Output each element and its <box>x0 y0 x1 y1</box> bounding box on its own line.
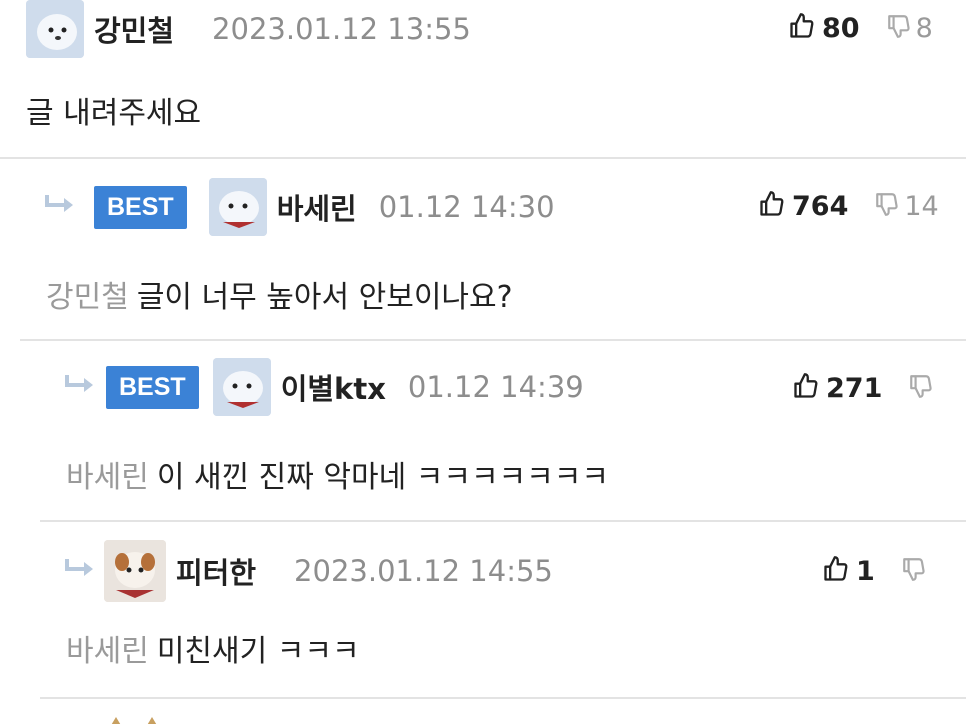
comment-header: 강민철 2023.01.12 13:55 <box>26 0 471 58</box>
timestamp: 01.12 14:39 <box>407 370 584 404</box>
vote-area: 271 <box>792 372 934 404</box>
comment-text: 글 내려주세요 <box>26 88 201 132</box>
timestamp: 2023.01.12 13:55 <box>212 12 471 46</box>
divider <box>40 520 966 522</box>
comment-text: 강민철 글이 너무 높아서 안보이나요? <box>46 272 513 316</box>
reply-arrow-icon <box>44 192 76 222</box>
comment-body: 미친새기 ㅋㅋㅋ <box>156 634 360 669</box>
vote-area: 1 <box>822 555 927 587</box>
avatar[interactable] <box>212 358 271 416</box>
avatar[interactable] <box>104 712 164 724</box>
thumbs-up-icon[interactable] <box>788 12 816 44</box>
comment-header: BEST 이별ktx 01.12 14:39 <box>64 358 584 416</box>
timestamp: 01.12 14:30 <box>378 190 555 224</box>
divider <box>40 697 966 699</box>
upvote-count: 1 <box>856 555 875 587</box>
thumbs-up-icon[interactable] <box>822 555 850 587</box>
thumbs-down-icon[interactable] <box>908 373 934 403</box>
thumbs-down-icon[interactable] <box>901 556 927 586</box>
mention[interactable]: 바세린 <box>66 634 149 669</box>
comment-body: 글이 너무 높아서 안보이나요? <box>136 280 513 315</box>
downvote-count: 8 <box>915 12 933 44</box>
author-name[interactable]: 이별ktx <box>281 366 386 408</box>
author-name[interactable]: 피터한 <box>176 550 256 592</box>
thumbs-up-icon[interactable] <box>792 372 820 404</box>
thumbs-down-icon[interactable] <box>886 13 912 43</box>
comment-body: 글 내려주세요 <box>26 96 202 131</box>
vote-area: 80 8 <box>788 12 933 44</box>
mention[interactable]: 강민철 <box>46 280 129 315</box>
comment-header: BEST 바세린 01.12 14:30 <box>44 178 555 236</box>
upvote-count: 764 <box>792 190 849 222</box>
divider <box>0 157 966 159</box>
comment-text: 바세린 이 새낀 진짜 악마네 ㅋㅋㅋㅋㅋㅋㅋ <box>66 452 609 496</box>
author-name[interactable]: 강민철 <box>94 8 174 50</box>
reply-arrow-icon <box>64 556 96 586</box>
comment-header: 피터한 2023.01.12 14:55 <box>64 540 553 602</box>
best-badge: BEST <box>106 365 199 409</box>
comment-body: 이 새낀 진짜 악마네 ㅋㅋㅋㅋㅋㅋㅋ <box>156 460 609 495</box>
timestamp: 2023.01.12 14:55 <box>294 554 553 588</box>
avatar[interactable] <box>26 0 84 58</box>
comment-text: 바세린 미친새기 ㅋㅋㅋ <box>66 626 360 670</box>
thumbs-up-icon[interactable] <box>758 190 786 222</box>
reply-arrow-icon <box>64 372 96 402</box>
avatar[interactable] <box>104 540 166 602</box>
best-badge: BEST <box>94 185 187 229</box>
downvote-count: 14 <box>904 190 939 222</box>
upvote-count: 80 <box>822 12 860 44</box>
mention[interactable]: 바세린 <box>66 460 149 495</box>
thumbs-down-icon[interactable] <box>874 191 900 221</box>
author-name[interactable]: 바세린 <box>277 186 357 228</box>
divider <box>20 339 966 341</box>
upvote-count: 271 <box>826 372 883 404</box>
vote-area: 764 14 <box>758 190 939 222</box>
avatar[interactable] <box>208 178 267 236</box>
